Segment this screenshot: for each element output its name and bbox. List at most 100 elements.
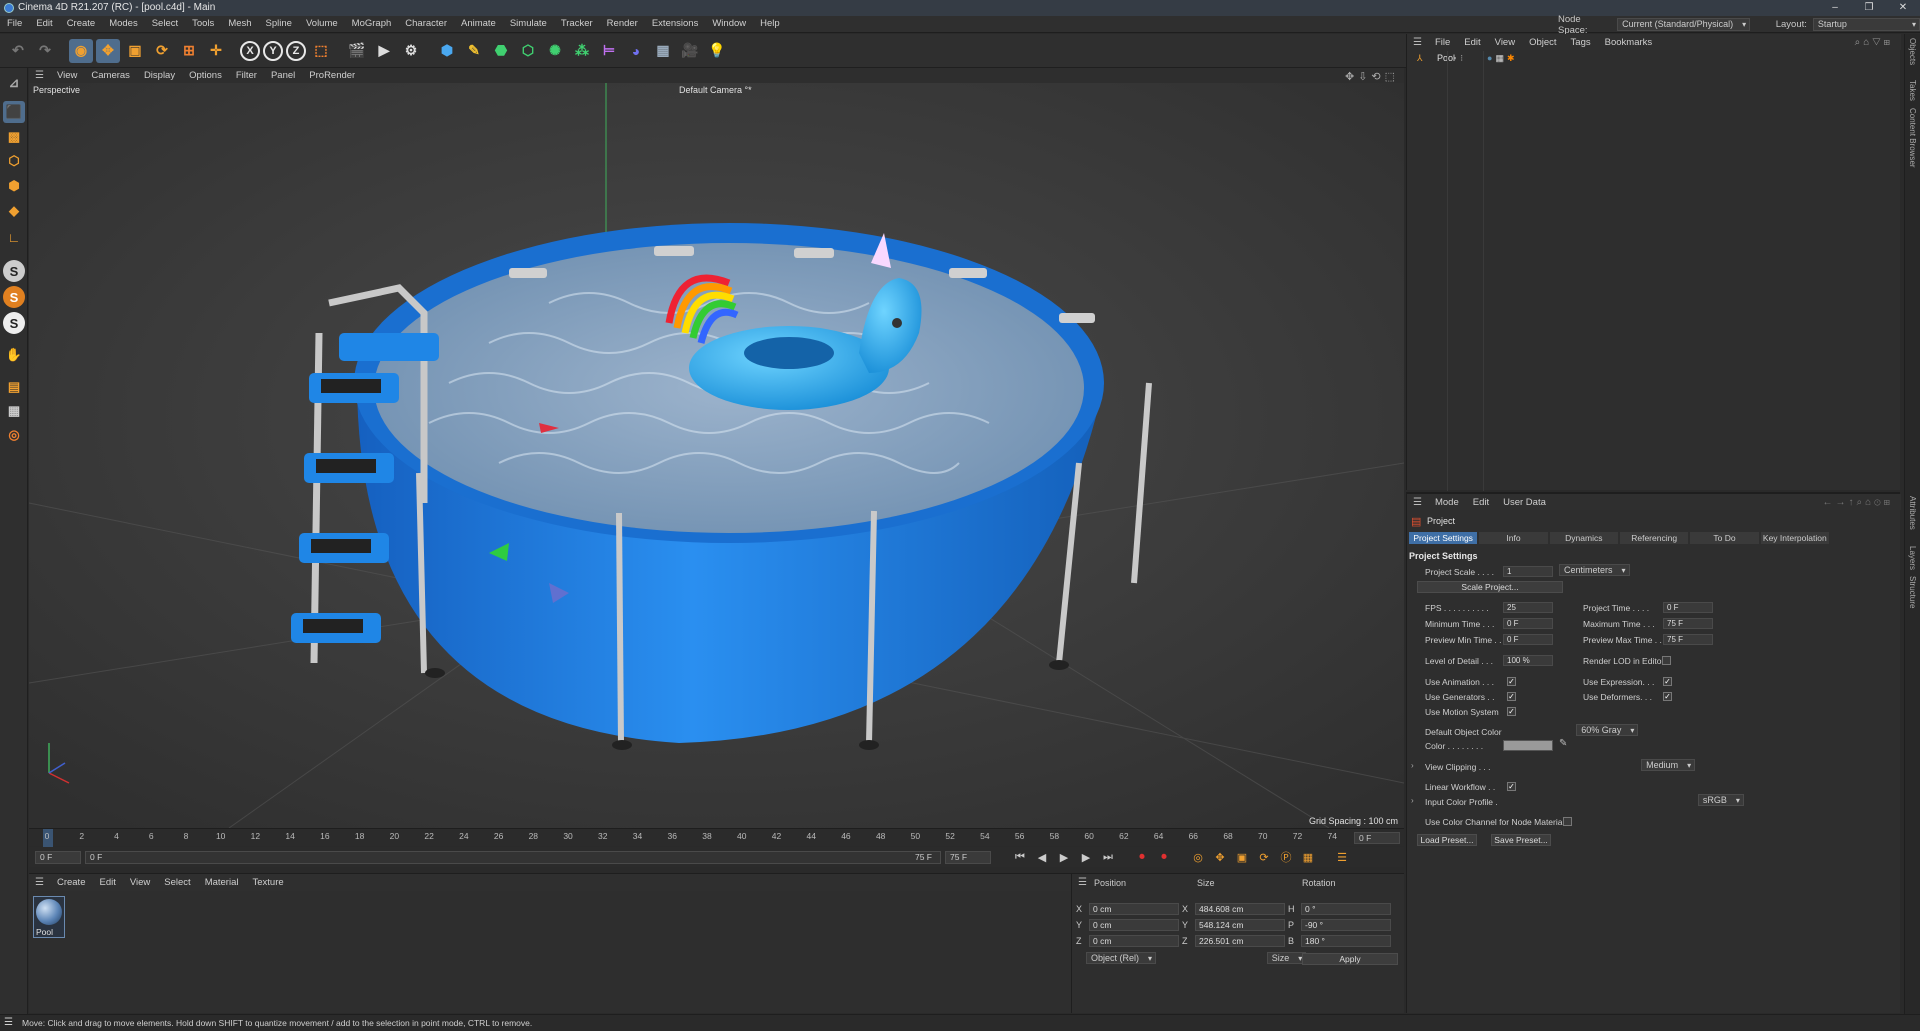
quantize-icon[interactable]: S	[3, 312, 25, 334]
viewport-menu-prorender[interactable]: ProRender	[302, 70, 362, 81]
field-icon[interactable]: ◕	[624, 39, 648, 63]
cube-object-icon[interactable]: ⬢	[435, 39, 459, 63]
object-menu-icon[interactable]: ☰	[1407, 37, 1428, 48]
material-menu-texture[interactable]: Texture	[245, 877, 290, 888]
tags-icon[interactable]: ●▦✱	[1487, 51, 1518, 65]
menu-tools[interactable]: Tools	[185, 16, 221, 32]
coordinate-mode-dropdown[interactable]: Object (Rel)	[1086, 952, 1157, 964]
use-deformers-checkbox[interactable]: ✓	[1663, 692, 1672, 701]
snap-icon[interactable]: S	[3, 260, 25, 282]
level-of-detail-field[interactable]: 100 %	[1503, 655, 1553, 666]
maximize-button[interactable]: ❐	[1852, 0, 1886, 16]
minimize-button[interactable]: –	[1818, 0, 1852, 16]
pen-spline-icon[interactable]: ✎	[462, 39, 486, 63]
object-search-icons[interactable]: ⌕⌂▽⊞	[1855, 37, 1901, 48]
preview-min-time-field[interactable]: 0 F	[1503, 634, 1553, 645]
floor-icon[interactable]: ▦	[651, 39, 675, 63]
fps-field[interactable]: 25	[1503, 602, 1553, 613]
size-x-field[interactable]: 484.608 cm	[1195, 903, 1285, 915]
menu-extensions[interactable]: Extensions	[645, 16, 705, 32]
mograph-cloner-icon[interactable]: ✺	[543, 39, 567, 63]
side-tab-layers[interactable]: Layers	[1908, 546, 1917, 570]
viewport-name[interactable]: Perspective	[33, 85, 80, 95]
viewport-menu-cameras[interactable]: Cameras	[84, 70, 137, 81]
render-settings-icon[interactable]: ⚙	[399, 39, 423, 63]
attribute-menu-icon[interactable]: ☰	[1407, 497, 1428, 508]
tweak-mode-icon[interactable]: ✋	[3, 344, 25, 366]
menu-tracker[interactable]: Tracker	[554, 16, 600, 32]
timeline-menu-icon[interactable]: ☰	[1333, 849, 1351, 865]
expand-view-clipping-icon[interactable]: ›	[1411, 761, 1414, 770]
current-frame-field[interactable]: 0 F	[1354, 832, 1400, 844]
size-y-field[interactable]: 548.124 cm	[1195, 919, 1285, 931]
autokeying-icon[interactable]: ⏺	[1155, 849, 1173, 865]
snap-settings-icon[interactable]: S	[3, 286, 25, 308]
tab-key-interpolation[interactable]: Key Interpolation	[1760, 532, 1829, 544]
material-thumbnail[interactable]: Pool	[33, 896, 65, 938]
viewport-menu-view[interactable]: View	[50, 70, 84, 81]
viewport-menu-options[interactable]: Options	[182, 70, 229, 81]
menu-modes[interactable]: Modes	[102, 16, 145, 32]
material-menu-icon[interactable]: ☰	[29, 877, 50, 888]
color-picker-icon[interactable]: ✎	[1559, 738, 1567, 749]
close-button[interactable]: ✕	[1886, 0, 1920, 16]
end-frame-field[interactable]: 75 F	[945, 850, 991, 864]
material-menu-select[interactable]: Select	[157, 877, 197, 888]
tab-project-settings[interactable]: Project Settings	[1409, 532, 1478, 544]
texture-mode-icon[interactable]: ▩	[3, 126, 25, 148]
position-y-field[interactable]: 0 cm	[1089, 919, 1179, 931]
menu-mograph[interactable]: MoGraph	[345, 16, 399, 32]
key-scale-icon[interactable]: ▣	[1233, 849, 1251, 865]
coordinate-system-icon[interactable]: ⬚	[309, 39, 333, 63]
record-keys-icon[interactable]: ⏺	[1133, 849, 1151, 865]
previous-frame-icon[interactable]: ◀	[1033, 849, 1051, 865]
coordinates-menu-icon[interactable]: ☰	[1072, 877, 1093, 888]
menu-render[interactable]: Render	[600, 16, 645, 32]
model-mode-icon[interactable]: ⬛	[3, 101, 25, 123]
position-z-field[interactable]: 0 cm	[1089, 935, 1179, 947]
object-menu-bookmarks[interactable]: Bookmarks	[1598, 37, 1660, 48]
size-mode-dropdown[interactable]: Size	[1266, 952, 1307, 964]
menu-create[interactable]: Create	[60, 16, 103, 32]
tab-info[interactable]: Info	[1479, 532, 1548, 544]
attribute-menu-mode[interactable]: Mode	[1428, 497, 1466, 508]
project-scale-unit-dropdown[interactable]: Centimeters	[1559, 564, 1630, 576]
z-axis-lock-icon[interactable]: Z	[286, 40, 306, 61]
load-preset-button[interactable]: Load Preset...	[1417, 834, 1477, 846]
project-scale-field[interactable]: 1	[1503, 566, 1553, 577]
attribute-menu-edit[interactable]: Edit	[1466, 497, 1496, 508]
rotation-p-field[interactable]: -90 °	[1301, 919, 1391, 931]
world-axis-icon[interactable]: ✛	[204, 39, 228, 63]
material-menu-view[interactable]: View	[123, 877, 157, 888]
edges-mode-icon[interactable]: ⬢	[3, 175, 25, 197]
render-region-icon[interactable]: 🎬	[345, 39, 369, 63]
object-menu-tags[interactable]: Tags	[1564, 37, 1598, 48]
range-slider[interactable]: 0 F 75 F	[85, 850, 941, 864]
menu-character[interactable]: Character	[398, 16, 454, 32]
object-menu-view[interactable]: View	[1488, 37, 1522, 48]
workplane-icon[interactable]: ▤	[3, 376, 25, 398]
object-row-pool[interactable]: ⅄ Pool ▪⁝ ●▦✱	[1407, 51, 1901, 65]
render-view-icon[interactable]: ▶	[372, 39, 396, 63]
viewport-nav-icons[interactable]: ✥⇩⟲⬚	[1345, 70, 1399, 83]
redo-icon[interactable]: ↷	[33, 39, 57, 63]
use-expression-checkbox[interactable]: ✓	[1663, 677, 1672, 686]
start-frame-field[interactable]: 0 F	[35, 850, 81, 864]
expand-input-color-icon[interactable]: ›	[1411, 796, 1414, 805]
rotation-b-field[interactable]: 180 °	[1301, 935, 1391, 947]
move-tool-icon[interactable]: ✥	[96, 38, 120, 63]
object-menu-file[interactable]: File	[1428, 37, 1457, 48]
minimum-time-field[interactable]: 0 F	[1503, 618, 1553, 629]
scale-tool-icon[interactable]: ▣	[123, 39, 147, 63]
tab-to-do[interactable]: To Do	[1690, 532, 1759, 544]
camera-icon[interactable]: 🎥	[678, 39, 702, 63]
menu-mesh[interactable]: Mesh	[221, 16, 258, 32]
material-menu-create[interactable]: Create	[50, 877, 93, 888]
menu-select[interactable]: Select	[145, 16, 185, 32]
menu-spline[interactable]: Spline	[259, 16, 299, 32]
side-tab-takes[interactable]: Takes	[1908, 80, 1917, 101]
side-tab-attributes[interactable]: Attributes	[1908, 496, 1917, 530]
key-pla-icon[interactable]: ▦	[1299, 849, 1317, 865]
material-menu-material[interactable]: Material	[198, 877, 246, 888]
menu-animate[interactable]: Animate	[454, 16, 503, 32]
